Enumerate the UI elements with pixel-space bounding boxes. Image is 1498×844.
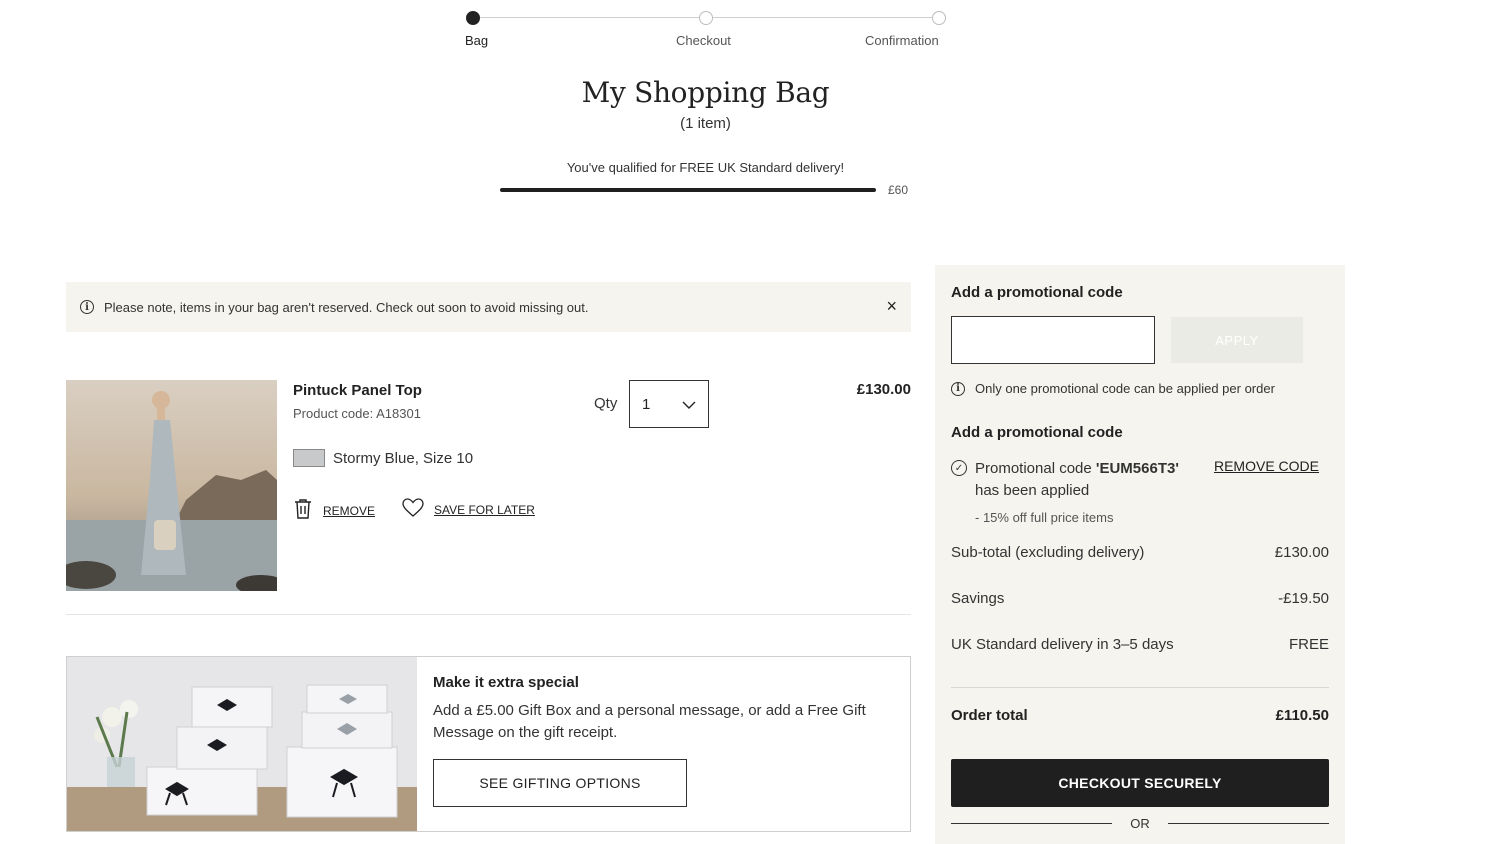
promo-note-text: Only one promotional code can be applied…	[975, 381, 1275, 396]
info-icon: i	[80, 300, 94, 314]
promo-heading: Add a promotional code	[951, 284, 1123, 301]
applied-code: 'EUM566T3'	[1095, 460, 1179, 477]
close-icon[interactable]: ×	[886, 296, 897, 317]
qty-label: Qty	[594, 395, 618, 412]
quantity-select[interactable]: 1	[629, 380, 709, 428]
check-circle-icon: ✓	[951, 460, 967, 476]
delivery-row: UK Standard delivery in 3–5 days FREE	[951, 636, 1329, 653]
order-total-value: £110.50	[1275, 707, 1329, 724]
step-label-bag: Bag	[465, 33, 489, 48]
save-for-later-label: SAVE FOR LATER	[434, 502, 535, 517]
product-variant: Stormy Blue, Size 10	[333, 450, 474, 467]
remove-code-link[interactable]: REMOVE CODE	[1214, 458, 1319, 474]
notice-text: Please note, items in your bag aren't re…	[104, 299, 589, 315]
gift-options-panel: Make it extra special Add a £5.00 Gift B…	[66, 656, 911, 832]
applied-prefix: Promotional code	[975, 460, 1096, 477]
promo-note: i Only one promotional code can be appli…	[951, 381, 1275, 396]
qty-value: 1	[642, 395, 651, 413]
savings-value: -£19.50	[1278, 590, 1329, 607]
apply-button[interactable]: APPLY	[1171, 317, 1303, 363]
step-label-confirmation: Confirmation	[865, 33, 939, 48]
step-dot-confirmation	[932, 11, 946, 25]
section-divider	[66, 614, 911, 615]
subtotal-value: £130.00	[1274, 544, 1329, 561]
or-line-left	[951, 823, 1113, 824]
save-for-later-button[interactable]: SAVE FOR LATER	[402, 498, 535, 521]
discount-note: - 15% off full price items	[975, 510, 1114, 525]
or-divider: OR	[951, 816, 1329, 831]
savings-row: Savings -£19.50	[951, 590, 1329, 607]
see-gifting-options-button[interactable]: SEE GIFTING OPTIONS	[433, 759, 687, 807]
remove-button[interactable]: REMOVE	[293, 498, 375, 523]
promo-code-input[interactable]	[951, 316, 1155, 364]
trash-icon	[293, 498, 313, 523]
order-summary-panel: Add a promotional code APPLY i Only one …	[935, 265, 1345, 844]
applied-promo-heading: Add a promotional code	[951, 424, 1123, 441]
order-total-row: Order total £110.50	[951, 707, 1329, 724]
bag-notice: i Please note, items in your bag aren't …	[66, 282, 911, 332]
checkout-progress: Bag Checkout Confirmation	[465, 10, 946, 50]
delivery-message: You've qualified for FREE UK Standard de…	[566, 160, 845, 175]
chevron-down-icon	[682, 396, 696, 413]
step-dot-bag	[466, 11, 480, 25]
subtotal-row: Sub-total (excluding delivery) £130.00	[951, 544, 1329, 561]
product-image[interactable]	[66, 380, 277, 591]
page-title: My Shopping Bag	[581, 76, 830, 109]
gift-title: Make it extra special	[433, 674, 579, 691]
or-label: OR	[1130, 816, 1150, 831]
heart-icon	[402, 498, 424, 521]
gift-description: Add a £5.00 Gift Box and a personal mess…	[433, 702, 866, 741]
checkout-securely-button[interactable]: CHECKOUT SECURELY	[951, 759, 1329, 807]
applied-suffix: has been applied	[975, 482, 1090, 499]
remove-label: REMOVE	[323, 503, 376, 518]
delivery-progress-bar	[500, 188, 876, 192]
info-icon: i	[951, 381, 965, 396]
gift-image	[67, 657, 417, 831]
delivery-value: FREE	[1288, 636, 1329, 653]
delivery-label: UK Standard delivery in 3–5 days	[951, 636, 1174, 653]
delivery-threshold: £60	[888, 183, 909, 197]
product-price: £130.00	[856, 381, 911, 398]
or-line-right	[1167, 823, 1329, 824]
step-dot-checkout	[699, 11, 713, 25]
savings-label: Savings	[951, 590, 1005, 607]
applied-promo-text: Promotional code 'EUM566T3' has been app…	[975, 458, 1205, 502]
subtotal-label: Sub-total (excluding delivery)	[951, 544, 1145, 561]
product-name[interactable]: Pintuck Panel Top	[293, 382, 422, 399]
color-swatch	[293, 449, 325, 467]
step-label-checkout: Checkout	[676, 33, 731, 48]
item-count: (1 item)	[680, 115, 731, 132]
product-code: Product code: A18301	[293, 406, 421, 421]
delivery-progress-fill	[500, 188, 876, 192]
summary-divider	[951, 687, 1329, 688]
order-total-label: Order total	[951, 707, 1028, 724]
